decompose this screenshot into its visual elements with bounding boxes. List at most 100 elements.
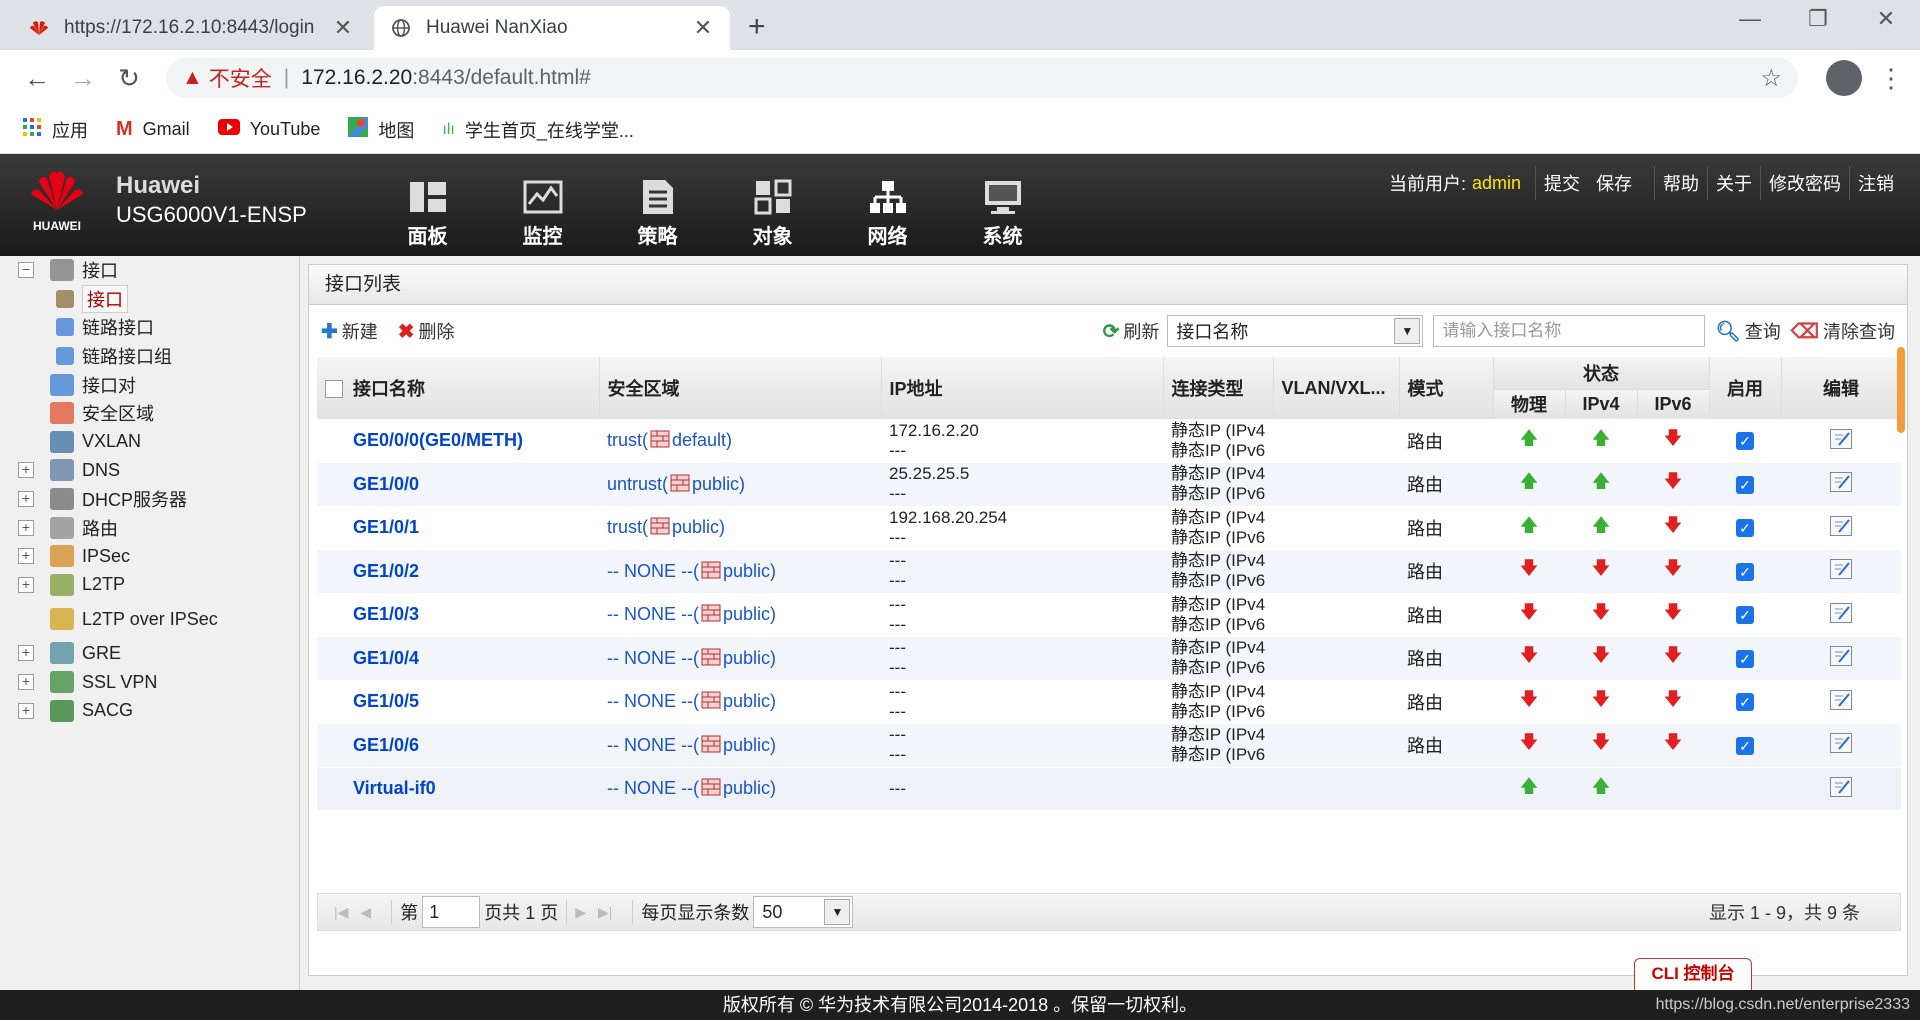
edit-icon[interactable] <box>1830 776 1853 797</box>
col-ip[interactable]: IP地址 <box>881 357 1164 419</box>
col-enable[interactable]: 启用 <box>1709 357 1782 419</box>
expand-icon[interactable]: + <box>18 491 34 508</box>
change-password-link[interactable]: 修改密码 <box>1760 166 1849 200</box>
restore-icon[interactable]: ❐ <box>1784 6 1852 32</box>
enable-checkbox[interactable]: ✓ <box>1736 606 1755 625</box>
bookmark-apps[interactable]: 应用 <box>22 117 88 143</box>
col-conn[interactable]: 连接类型 <box>1162 357 1274 419</box>
table-row[interactable]: GE1/0/1 trust(public) 192.168.20.254 --- 静态I… <box>317 506 1902 550</box>
save-link[interactable]: 保存 <box>1588 166 1640 200</box>
minimize-icon[interactable]: — <box>1716 6 1784 32</box>
browser-tab-login[interactable]: https://172.16.2.10:8443/login ✕ <box>12 6 370 50</box>
edit-icon[interactable] <box>1830 559 1853 580</box>
table-row[interactable]: Virtual-if0 -- NONE --(public) --- 🡅 🡅 <box>317 767 1902 811</box>
sidebar-item[interactable]: + SSL VPN <box>0 668 299 697</box>
sidebar-item[interactable]: VXLAN <box>0 428 299 457</box>
next-page-icon[interactable]: ▶ <box>575 904 586 921</box>
security-zone[interactable]: -- NONE --(public) <box>599 593 881 637</box>
expand-icon[interactable]: + <box>18 462 34 479</box>
edit-icon[interactable] <box>1830 515 1853 536</box>
edit-icon[interactable] <box>1830 602 1853 623</box>
security-zone[interactable]: -- NONE --(public) <box>599 767 881 811</box>
security-zone[interactable]: untrust(public) <box>599 462 881 507</box>
reload-icon[interactable]: ↻ <box>106 63 152 94</box>
browser-menu-icon[interactable]: ⋮ <box>1876 63 1906 94</box>
select-all-checkbox[interactable] <box>325 380 343 398</box>
window-close-icon[interactable]: ✕ <box>1852 6 1920 32</box>
last-page-icon[interactable]: ▶| <box>598 904 612 921</box>
new-tab-icon[interactable]: + <box>748 10 766 44</box>
expand-icon[interactable]: + <box>18 519 34 536</box>
interface-name-link[interactable]: GE1/0/5 <box>317 680 599 724</box>
sidebar-item[interactable]: + GRE <box>0 639 299 668</box>
cli-console-button[interactable]: CLI 控制台 <box>1634 958 1752 990</box>
enable-checkbox[interactable]: ✓ <box>1736 649 1755 668</box>
expand-icon[interactable]: + <box>18 702 34 719</box>
search-input[interactable]: 请输入接口名称 <box>1433 315 1706 347</box>
first-page-icon[interactable]: |◀ <box>334 904 348 921</box>
sidebar-item[interactable]: + SACG <box>0 696 299 725</box>
interface-name-link[interactable]: GE1/0/3 <box>317 593 599 637</box>
expand-icon[interactable]: + <box>18 548 34 565</box>
enable-checkbox[interactable]: ✓ <box>1736 693 1755 712</box>
nav-monitor[interactable]: 监控 <box>485 176 600 249</box>
refresh-button[interactable]: ⟳ 刷新 <box>1103 318 1160 344</box>
edit-icon[interactable] <box>1830 428 1853 449</box>
nav-policy[interactable]: 策略 <box>600 176 715 249</box>
nav-network[interactable]: 网络 <box>830 176 945 249</box>
security-zone[interactable]: -- NONE --(public) <box>599 636 881 681</box>
enable-checkbox[interactable]: ✓ <box>1736 432 1755 450</box>
edit-icon[interactable] <box>1830 689 1853 710</box>
col-name[interactable]: 接口名称 <box>317 357 600 419</box>
collapse-icon[interactable]: − <box>18 262 34 279</box>
url-input[interactable]: ▲ 不安全 | 172.16.2.20 :8443/default.html# … <box>166 58 1798 98</box>
security-zone[interactable]: trust(default) <box>599 419 881 463</box>
query-button[interactable]: 🔍︎ 查询 <box>1715 318 1780 344</box>
sidebar-item[interactable]: L2TP over IPSec <box>0 599 299 639</box>
edit-icon[interactable] <box>1830 646 1853 667</box>
nav-object[interactable]: 对象 <box>715 176 830 249</box>
sidebar-item[interactable]: 安全区域 <box>0 399 299 428</box>
sidebar-item[interactable]: 链路接口组 <box>0 342 299 371</box>
expand-icon[interactable]: + <box>18 674 34 691</box>
bookmark-star-icon[interactable]: ☆ <box>1760 64 1782 93</box>
sidebar-item[interactable]: 链路接口 <box>0 313 299 342</box>
edit-icon[interactable] <box>1830 733 1853 754</box>
sidebar-item[interactable]: + 路由 <box>0 513 299 542</box>
interface-name-link[interactable]: GE1/0/2 <box>317 549 599 594</box>
table-row[interactable]: GE1/0/4 -- NONE --(public) --- --- 静态IP (IPv… <box>317 636 1902 681</box>
security-zone[interactable]: -- NONE --(public) <box>599 680 881 724</box>
sidebar-item[interactable]: + L2TP <box>0 571 299 600</box>
enable-checkbox[interactable]: ✓ <box>1736 475 1755 494</box>
delete-button[interactable]: ✖ 删除 <box>398 318 455 344</box>
help-link[interactable]: 帮助 <box>1654 166 1707 200</box>
back-arrow-icon[interactable]: ← <box>14 63 60 94</box>
prev-page-icon[interactable]: ◀ <box>360 904 371 921</box>
browser-tab-nanxiao[interactable]: Huawei NanXiao ✕ <box>374 6 730 50</box>
enable-checkbox[interactable]: ✓ <box>1736 519 1755 538</box>
table-row[interactable]: GE1/0/2 -- NONE --(public) --- --- 静态IP (IPv… <box>317 549 1902 594</box>
close-icon[interactable]: ✕ <box>692 15 714 41</box>
sidebar-item[interactable]: + DHCP服务器 <box>0 485 299 514</box>
submit-link[interactable]: 提交 <box>1535 166 1588 200</box>
profile-avatar-icon[interactable] <box>1826 60 1862 96</box>
sidebar-item[interactable]: + IPSec <box>0 542 299 571</box>
security-zone[interactable]: -- NONE --(public) <box>599 549 881 594</box>
bookmark-student[interactable]: ılı 学生首页_在线学堂... <box>442 117 633 143</box>
edit-icon[interactable] <box>1830 472 1853 493</box>
interface-name-link[interactable]: GE1/0/0 <box>317 462 599 507</box>
table-scrollbar[interactable] <box>1897 347 1905 433</box>
nav-system[interactable]: 系统 <box>945 176 1060 249</box>
nav-dashboard[interactable]: 面板 <box>370 176 485 249</box>
clear-query-button[interactable]: ⌫ 清除查询 <box>1791 318 1895 344</box>
interface-name-link[interactable]: GE1/0/1 <box>317 506 599 550</box>
sidebar-item[interactable]: 接口 <box>0 284 299 314</box>
expand-icon[interactable]: + <box>18 576 34 593</box>
table-row[interactable]: GE1/0/0 untrust(public) 25.25.25.5 --- 静态IP … <box>317 462 1902 507</box>
logout-link[interactable]: 注销 <box>1849 166 1902 200</box>
interface-name-link[interactable]: GE1/0/4 <box>317 636 599 681</box>
sidebar-item[interactable]: − 接口 <box>0 256 299 285</box>
col-vlan[interactable]: VLAN/VXL... <box>1273 357 1400 419</box>
table-row[interactable]: GE0/0/0(GE0/METH) trust(default) 172.16.2.… <box>317 419 1902 463</box>
about-link[interactable]: 关于 <box>1707 166 1760 200</box>
